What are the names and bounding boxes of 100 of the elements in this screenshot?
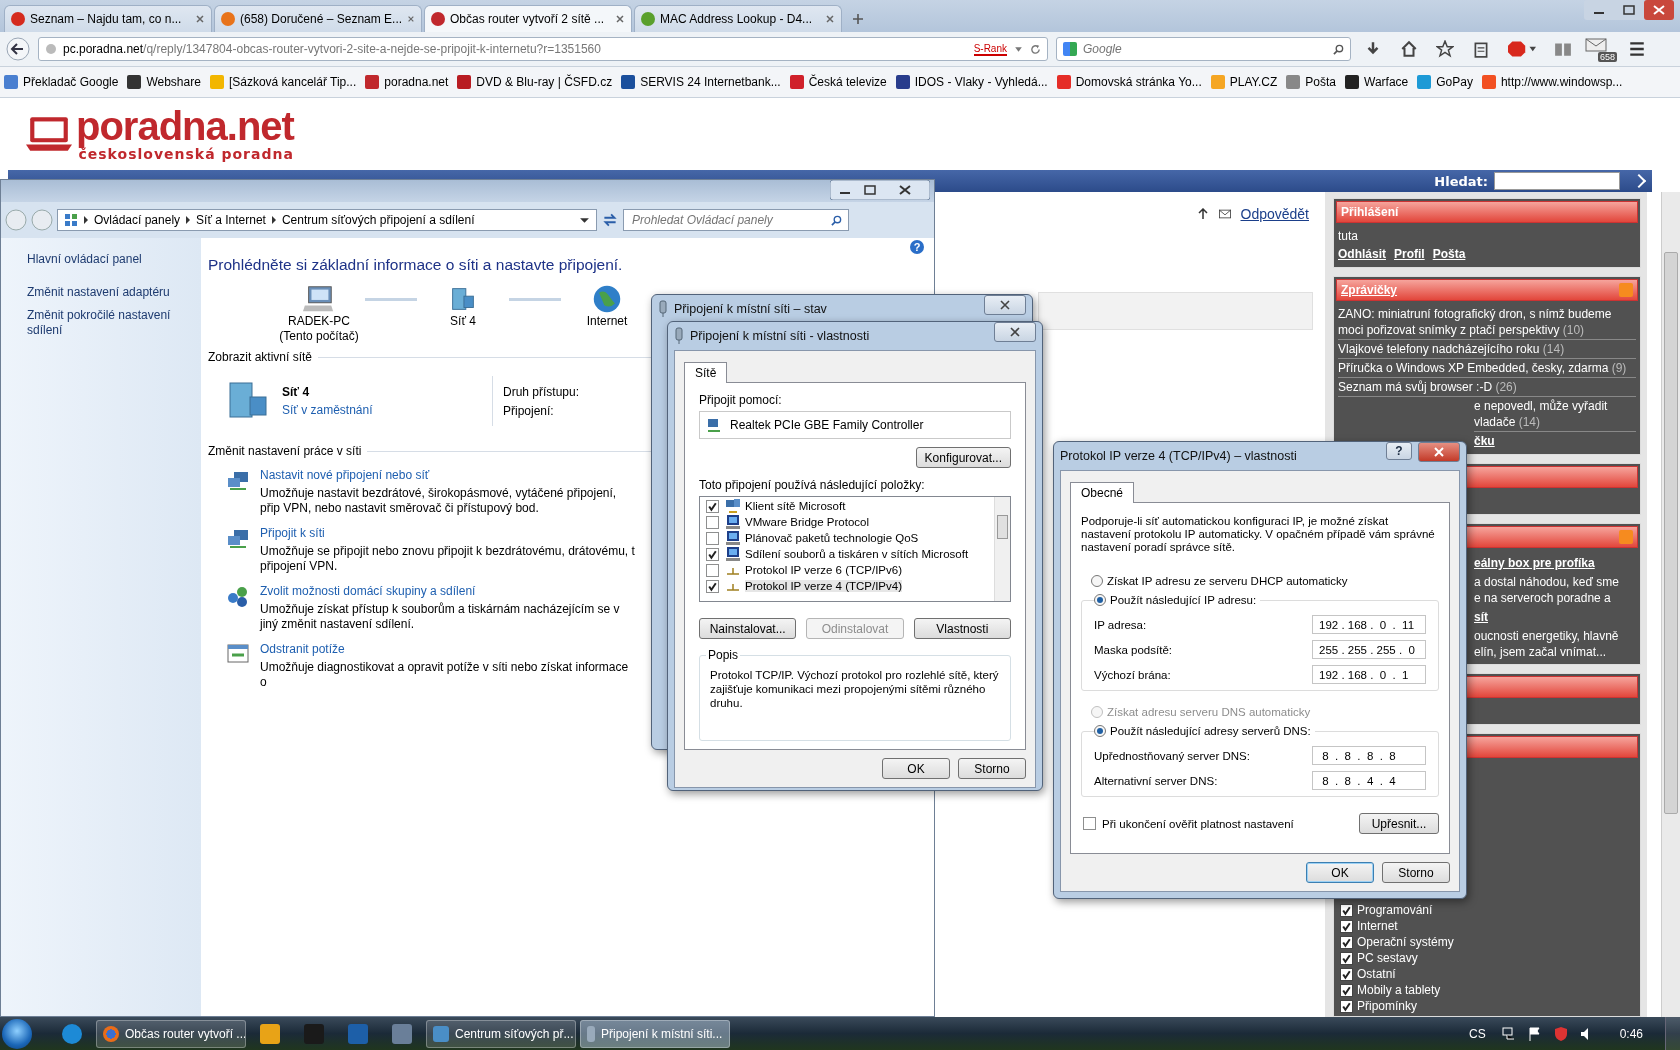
checkbox[interactable]: [706, 531, 719, 545]
site-logo[interactable]: poradna.net: [76, 106, 294, 146]
tab[interactable]: Obecné: [1070, 482, 1135, 503]
search-icon[interactable]: [1333, 43, 1344, 55]
article-link[interactable]: eálny box pre profíka: [1474, 554, 1636, 572]
news-item[interactable]: Vlajkové telefony nadcházejícího roku (14): [1338, 340, 1636, 359]
book-icon[interactable]: [1554, 40, 1572, 58]
news-item[interactable]: e nepovedl, může vyřadit vladače (14): [1474, 397, 1636, 432]
checkbox[interactable]: [706, 579, 719, 593]
network-nodes-icon[interactable]: [226, 584, 250, 608]
breadcrumb-item[interactable]: Ovládací panely: [94, 213, 181, 227]
checkbox[interactable]: [1340, 935, 1353, 949]
breadcrumb-item[interactable]: Síť a Internet: [196, 213, 266, 227]
side-link[interactable]: Hlavní ovládací panel: [27, 252, 191, 267]
bookmark[interactable]: Webshare: [127, 75, 201, 89]
checkbox[interactable]: [1340, 903, 1353, 917]
news-item[interactable]: ZANO: miniatruní fotografický dron, s nímž budeme moci pořizovat snímky z ptačí perspektivy (10): [1338, 305, 1636, 340]
ok-button[interactable]: OK: [882, 758, 950, 779]
ip-address-field[interactable]: 192 . 168 . 0 . 1: [1312, 665, 1426, 684]
task-link[interactable]: Zvolit možnosti domácí skupiny a sdílení: [260, 584, 635, 598]
close-button[interactable]: [1418, 442, 1460, 462]
checkbox[interactable]: [1340, 983, 1353, 997]
checkbox[interactable]: [706, 515, 719, 529]
close-icon[interactable]: [615, 14, 625, 24]
breadcrumb-bar[interactable]: Ovládací panely Síť a Internet Centrum síťových připojení a sdílení: [57, 209, 597, 231]
list-item[interactable]: Plánovač paketů technologie QoS: [704, 530, 990, 546]
checkbox[interactable]: [1340, 999, 1353, 1013]
task-link[interactable]: Připojit k síti: [260, 526, 635, 540]
network-type-link[interactable]: Síť v zaměstnání: [282, 403, 482, 417]
adblock-icon[interactable]: [1508, 40, 1536, 58]
refresh-icon[interactable]: [601, 211, 619, 229]
cancel-button[interactable]: Storno: [1382, 862, 1450, 883]
home-icon[interactable]: [1400, 40, 1418, 58]
side-link[interactable]: Změnit nastavení adaptéru: [27, 285, 191, 300]
clipboard-icon[interactable]: [1472, 40, 1490, 58]
configure-button[interactable]: Konfigurovat...: [915, 447, 1011, 468]
ip-address-field[interactable]: 192 . 168 . 0 . 11: [1312, 615, 1426, 634]
close-icon[interactable]: [195, 14, 205, 24]
checkbox[interactable]: [706, 563, 719, 577]
close-button[interactable]: [984, 295, 1026, 315]
close-icon[interactable]: [825, 14, 835, 24]
checkbox[interactable]: [1340, 951, 1353, 965]
scrollbar[interactable]: [994, 497, 1010, 601]
list-item[interactable]: Protokol IP verze 4 (TCP/IPv4): [704, 578, 990, 594]
reply-link[interactable]: Odpovědět: [1240, 206, 1309, 222]
task-link[interactable]: Nastavit nové připojení nebo síť: [260, 468, 635, 482]
window-controls[interactable]: [1584, 0, 1674, 23]
plus-icon[interactable]: [852, 13, 864, 25]
chevron-icon[interactable]: [271, 216, 276, 224]
list-item[interactable]: Klient sítě Microsoft: [704, 498, 990, 514]
search-box[interactable]: Google: [1056, 37, 1351, 61]
site-search-field[interactable]: [1494, 172, 1620, 190]
checkbox[interactable]: [1340, 919, 1353, 933]
account-link[interactable]: Profil: [1394, 245, 1425, 263]
bookmark[interactable]: Překladač Google: [4, 75, 119, 89]
search-icon[interactable]: [831, 214, 842, 226]
checkbox[interactable]: [1083, 817, 1096, 830]
ok-button[interactable]: OK: [1306, 862, 1374, 883]
bookmark[interactable]: poradna.net: [365, 75, 449, 89]
bookmark[interactable]: http://www.windowsp...: [1481, 75, 1623, 89]
bookmark[interactable]: Domovská stránka Yo...: [1056, 75, 1202, 89]
taskbar-button[interactable]: Centrum síťových př...: [426, 1019, 576, 1048]
account-link[interactable]: Odhlásit: [1338, 245, 1386, 263]
side-link[interactable]: Změnit pokročilé nastavení sdílení: [27, 308, 191, 338]
list-item[interactable]: Sdílení souborů a tiskáren v sítích Microsoft: [704, 546, 990, 562]
up-arrow-icon[interactable]: [1196, 208, 1209, 220]
bookmark[interactable]: IDOS - Vlaky - Vyhledá...: [895, 75, 1048, 89]
bookmark[interactable]: Warface: [1345, 75, 1409, 89]
action-button[interactable]: Nainstalovat...: [699, 618, 797, 639]
checkbox[interactable]: [1340, 967, 1353, 981]
bookmark[interactable]: PLAY.CZ: [1210, 75, 1278, 89]
news-item[interactable]: Příručka o Windows XP Embedded, česky, zdarma (9): [1338, 359, 1636, 378]
close-button[interactable]: [994, 322, 1036, 342]
chevron-icon[interactable]: [186, 216, 191, 224]
help-icon[interactable]: ?: [910, 240, 924, 254]
radio-button[interactable]: [1094, 725, 1106, 737]
bookmark[interactable]: [Sázková kancelář Tip...: [209, 75, 357, 89]
more-link[interactable]: čku: [1474, 432, 1636, 450]
ip-address-field[interactable]: 8 . 8 . 8 . 8: [1312, 746, 1426, 765]
start-button[interactable]: [2, 1018, 32, 1049]
bookmark[interactable]: GoPay: [1417, 75, 1473, 89]
flag-icon[interactable]: [1526, 1025, 1543, 1042]
news-item[interactable]: Seznam má svůj browser :-D (26): [1338, 378, 1636, 397]
cancel-button[interactable]: Storno: [958, 758, 1026, 779]
breadcrumb-item[interactable]: Centrum síťových připojení a sdílení: [281, 213, 475, 227]
ip-address-field[interactable]: 255 . 255 . 255 . 0: [1312, 640, 1426, 659]
taskbar-button[interactable]: Připojení k místní síti...: [580, 1019, 730, 1048]
network-icon[interactable]: [1500, 1025, 1517, 1042]
action-button[interactable]: Vlastnosti: [913, 618, 1011, 639]
account-link[interactable]: Pošta: [1432, 245, 1466, 263]
checkbox[interactable]: [706, 547, 719, 561]
browser-tab[interactable]: Občas router vytvoří 2 sítě ...: [424, 5, 632, 32]
ip-address-field[interactable]: 8 . 8 . 4 . 4: [1312, 771, 1426, 790]
address-field[interactable]: pc.poradna.net/q/reply/1347804-obcas-router-vytvori-2-site-a-nejde-se-pripojit-k-internetu?r=1351560 S-Rank: [38, 37, 1048, 61]
list-item[interactable]: VMware Bridge Protocol: [704, 514, 990, 530]
menu-icon[interactable]: [1628, 40, 1646, 58]
scrollbar[interactable]: [1661, 192, 1680, 1017]
window-icon[interactable]: [226, 642, 250, 666]
help-button[interactable]: ?: [1386, 442, 1412, 460]
bookmark[interactable]: SERVIS 24 Internetbank...: [621, 75, 781, 89]
